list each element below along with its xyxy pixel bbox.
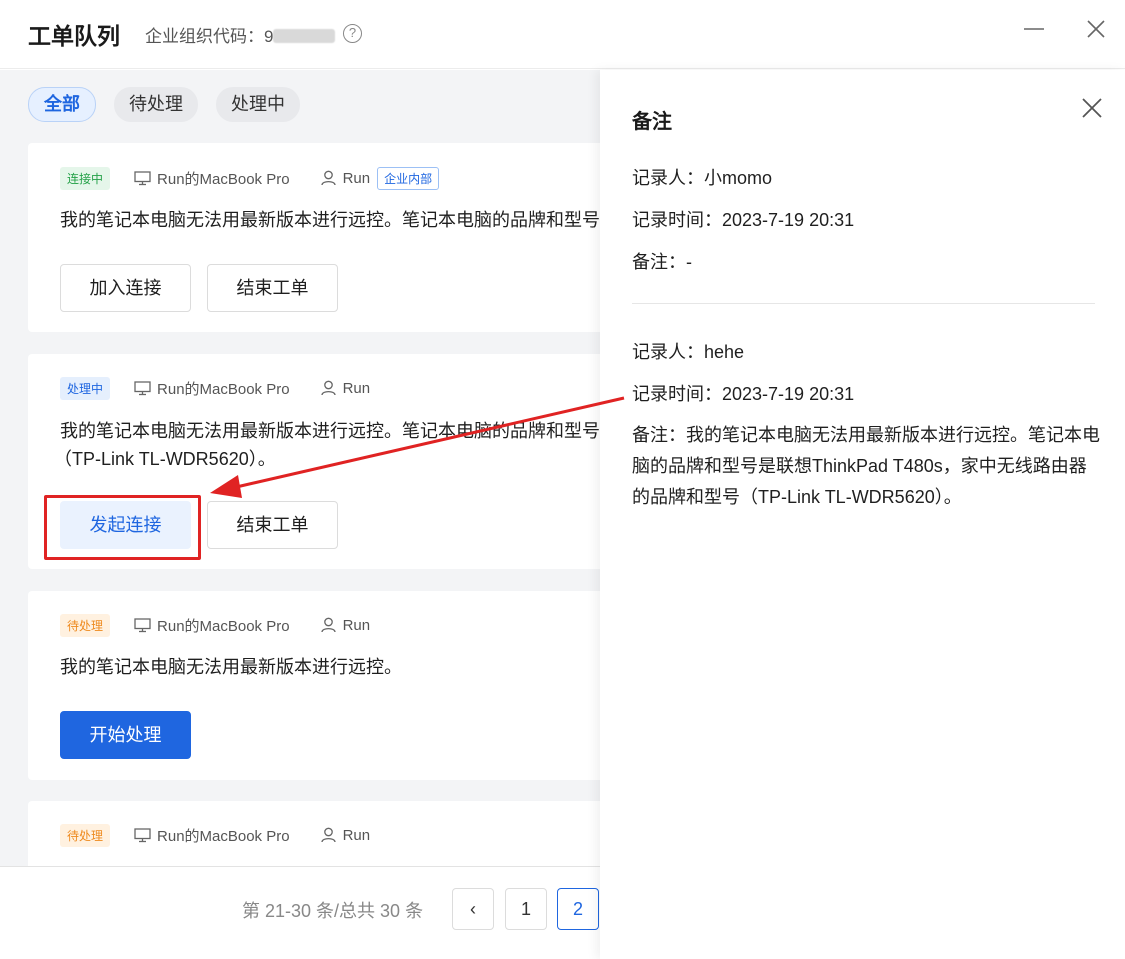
pagination: 第 21-30 条/总共 30 条 ‹ 1 2 (0, 866, 600, 959)
ticket-list-area: 全部 待处理 处理中 连接中 Run的MacBook Pro Run 企业内部 … (0, 70, 600, 959)
annotation-highlight-box (44, 495, 201, 560)
end-ticket-button[interactable]: 结束工单 (207, 264, 338, 312)
tab-processing[interactable]: 处理中 (216, 87, 300, 122)
monitor-icon (134, 380, 151, 395)
user-name: Run (342, 169, 371, 187)
pagination-info: 第 21-30 条/总共 30 条 (242, 901, 424, 921)
org-code-prefix-label: 企业组织代码： (145, 27, 264, 46)
ticket-description: 我的笔记本电脑无法用最新版本进行远控。 (60, 657, 402, 677)
tab-all[interactable]: 全部 (28, 87, 96, 122)
record-recorder: 记录人：hehe (632, 342, 745, 362)
ticket-meta: 待处理 Run的MacBook Pro Run (60, 823, 370, 847)
monitor-icon (134, 827, 151, 842)
ticket-meta: 待处理 Run的MacBook Pro Run (60, 613, 370, 637)
device-name: Run的MacBook Pro (157, 170, 290, 188)
ticket-meta: 处理中 Run的MacBook Pro Run (60, 376, 370, 400)
user-icon (320, 827, 336, 843)
device-name: Run的MacBook Pro (157, 617, 290, 635)
filter-tabs: 全部 待处理 处理中 (28, 87, 300, 122)
record-note: 备注：我的笔记本电脑无法用最新版本进行远控。笔记本电脑的品牌和型号是联想Thin… (632, 425, 1100, 507)
monitor-icon (134, 170, 151, 185)
page-title: 工单队列 (28, 23, 120, 49)
device-name: Run的MacBook Pro (157, 380, 290, 398)
user-name: Run (342, 379, 371, 397)
help-icon[interactable]: ? (343, 24, 362, 43)
prev-page-button[interactable]: ‹ (452, 888, 494, 930)
panel-title: 备注 (632, 111, 672, 133)
user-icon (320, 380, 336, 396)
status-badge: 待处理 (60, 823, 111, 847)
start-processing-button[interactable]: 开始处理 (60, 711, 191, 759)
window-header: 工单队列 企业组织代码：9 ? (0, 0, 1125, 69)
minimize-icon[interactable] (1023, 18, 1045, 40)
status-badge: 待处理 (60, 613, 111, 637)
join-connection-button[interactable]: 加入连接 (60, 264, 191, 312)
end-ticket-button[interactable]: 结束工单 (207, 501, 338, 549)
notes-panel: 备注 记录人：小momo 记录时间：2023-7-19 20:31 备注：- 记… (600, 70, 1125, 959)
ticket-card: 待处理 Run的MacBook Pro Run 我的笔记本电脑无法用最新版本进行… (28, 591, 600, 780)
record-recorder: 记录人：小momo (632, 168, 773, 188)
ticket-card: 连接中 Run的MacBook Pro Run 企业内部 我的笔记本电脑无法用最… (28, 143, 600, 332)
tab-pending[interactable]: 待处理 (114, 87, 198, 122)
user-icon (320, 170, 336, 186)
page-1-button[interactable]: 1 (505, 888, 547, 930)
device-name: Run的MacBook Pro (157, 827, 290, 845)
internal-tag: 企业内部 (377, 166, 440, 190)
close-icon[interactable] (1080, 96, 1104, 120)
record-note: 备注：- (632, 252, 692, 272)
status-badge: 处理中 (60, 376, 111, 400)
record-time: 记录时间：2023-7-19 20:31 (632, 384, 855, 404)
ticket-meta: 连接中 Run的MacBook Pro Run 企业内部 (60, 166, 440, 190)
org-code-masked (273, 29, 336, 43)
user-name: Run (342, 616, 371, 634)
user-name: Run (342, 826, 371, 844)
status-badge: 连接中 (60, 166, 111, 190)
org-code-label: 企业组织代码：9 (145, 22, 336, 47)
divider (632, 303, 1095, 304)
user-icon (320, 617, 336, 633)
close-window-icon[interactable] (1085, 18, 1107, 40)
page-2-button[interactable]: 2 (557, 888, 599, 930)
ticket-description-line2: （TP-Link TL-WDR5620）。 (54, 449, 276, 469)
org-code-value: 9 (264, 27, 274, 46)
record-time: 记录时间：2023-7-19 20:31 (632, 210, 855, 230)
ticket-description: 我的笔记本电脑无法用最新版本进行远控。笔记本电脑的品牌和型号 (60, 210, 600, 230)
monitor-icon (134, 617, 151, 632)
